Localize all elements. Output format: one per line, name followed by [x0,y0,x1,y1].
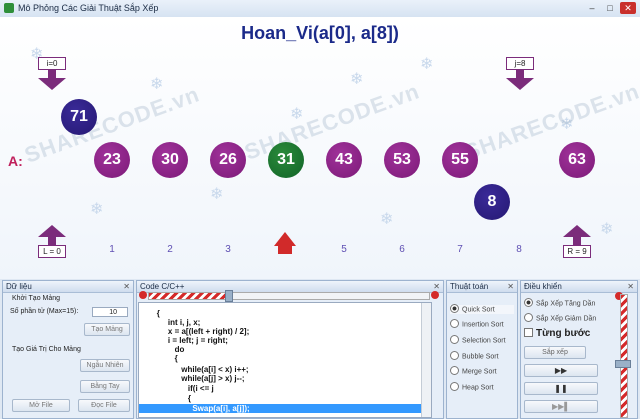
arrow-up-icon [38,225,66,237]
record-icon[interactable] [139,291,147,299]
pointer-i: i=0 [38,57,66,90]
array-element-raised: 8 [474,184,510,220]
array-element-raised: 71 [61,99,97,135]
index-label: 1 [109,244,115,255]
index-label: 2 [167,244,173,255]
window-title: Mô Phỏng Các Giải Thuật Sắp Xếp [18,3,159,13]
array-element: 63 [559,142,595,178]
open-file-button[interactable]: Mở File [12,399,70,412]
index-label: 5 [341,244,347,255]
read-file-button[interactable]: Đọc File [78,399,130,412]
arrow-up-icon [563,225,591,237]
pointer-left: L = 0 [38,225,66,258]
pointer-right-label: R = 9 [563,245,591,258]
step-mode-checkbox[interactable]: Từng bước [524,327,590,339]
array-element: 23 [94,142,130,178]
sort-visualization: ❄ ❄ ❄ ❄ ❄ ❄ ❄ ❄ ❄ ❄ SHARECODE.vn SHARECO… [0,17,640,279]
algo-quick-sort[interactable]: Quick Sort [450,304,514,314]
code-view[interactable]: { int i, j, x; x = a[(left + right) / 2]… [138,302,432,418]
snowflake-icon: ❄ [600,221,614,238]
algo-heap-sort[interactable]: Heap Sort [450,382,494,392]
watermark: SHARECODE.vn [461,78,640,165]
init-group-label: Khởi Tạo Mảng [12,295,61,302]
step-forward-button[interactable]: ▶▶▌ [524,400,598,413]
array-element: 26 [210,142,246,178]
pin-icon[interactable]: ✕ [507,281,514,292]
panel-title: Thuật toán [450,282,489,291]
code-line: i = left; j = right; [139,336,228,345]
algo-merge-sort[interactable]: Merge Sort [450,366,497,376]
code-line: while(a[i] < x) i++; [139,365,249,374]
code-line: if(i <= j [139,384,214,393]
slider-thumb[interactable] [225,290,233,302]
array-label: A: [8,153,23,169]
random-button[interactable]: Ngẫu Nhiên [80,359,130,372]
code-line: do [139,345,185,354]
slider-thumb[interactable] [615,360,631,368]
operation-heading: Hoan_Vi(a[0], a[8]) [241,23,399,43]
code-line: x = a[(left + right) / 2]; [139,327,250,336]
snowflake-icon: ❄ [380,211,394,228]
pointer-right: R = 9 [563,225,591,258]
record-icon[interactable] [431,291,439,299]
pin-icon[interactable]: ✕ [123,281,130,292]
array-element: 43 [326,142,362,178]
count-label: Số phần tử (Max=15): [10,308,79,315]
panel-title: Code C/C++ [140,282,185,291]
pause-icon: ❚❚ [554,384,568,393]
close-button[interactable]: ✕ [620,2,636,14]
algorithm-panel: Thuật toán ✕ [446,280,518,419]
sort-descending-radio[interactable]: Sắp Xếp Giảm Dần [524,313,596,323]
pointer-j: j=8 [506,57,534,90]
pin-icon[interactable]: ✕ [627,281,634,292]
algo-selection-sort[interactable]: Selection Sort [450,335,506,345]
title-bar: Mô Phỏng Các Giải Thuật Sắp Xếp – □ ✕ [0,0,640,18]
index-label: 3 [225,244,231,255]
play-icon: ▶▶ [554,366,568,375]
index-label: 7 [457,244,463,255]
pointer-left-label: L = 0 [38,245,66,258]
pause-button[interactable]: ❚❚ [524,382,598,395]
app-icon [4,3,14,13]
algo-insertion-sort[interactable]: Insertion Sort [450,319,504,329]
snowflake-icon: ❄ [420,56,434,73]
code-scrollbar[interactable] [421,303,431,417]
code-line-current: Swap(a[i], a[j]); [139,404,429,413]
array-element: 30 [152,142,188,178]
minimize-button[interactable]: – [584,2,600,14]
pointer-j-label: j=8 [506,57,534,70]
panel-title: Dữ liệu [6,282,32,291]
manual-button[interactable]: Bằng Tay [80,380,130,393]
code-progress-slider[interactable] [148,290,430,302]
snowflake-icon: ❄ [150,76,164,93]
play-button[interactable]: ▶▶ [524,364,598,377]
array-element: 55 [442,142,478,178]
algo-bubble-sort[interactable]: Bubble Sort [450,351,499,361]
snowflake-icon: ❄ [90,201,104,218]
count-stepper[interactable]: 10 [92,307,128,317]
speed-slider[interactable] [620,294,628,418]
code-line: { [139,354,178,363]
code-line: while(a[j] > x) j--; [139,374,245,383]
snowflake-icon: ❄ [210,186,224,203]
mid-pointer-arrow-icon [274,232,296,246]
step-forward-icon: ▶▶▌ [552,402,570,411]
sort-ascending-radio[interactable]: Sắp Xếp Tăng Dần [524,298,595,308]
values-group-label: Tạo Giá Trị Cho Mảng [12,346,81,353]
array-element-active: 31 [268,142,304,178]
sort-button[interactable]: Sắp xếp [524,346,586,359]
create-array-button[interactable]: Tạo Mảng [84,323,130,336]
index-label: 8 [516,244,522,255]
maximize-button[interactable]: □ [602,2,618,14]
panel-title: Điều khiển [524,282,562,291]
arrow-down-icon [38,78,66,90]
code-line: int i, j, x; [139,318,201,327]
code-line: { [139,394,192,403]
index-label: 6 [399,244,405,255]
snowflake-icon: ❄ [350,71,364,88]
pointer-i-label: i=0 [38,57,66,70]
array-element: 53 [384,142,420,178]
arrow-down-icon [506,78,534,90]
code-line: { [139,309,160,318]
